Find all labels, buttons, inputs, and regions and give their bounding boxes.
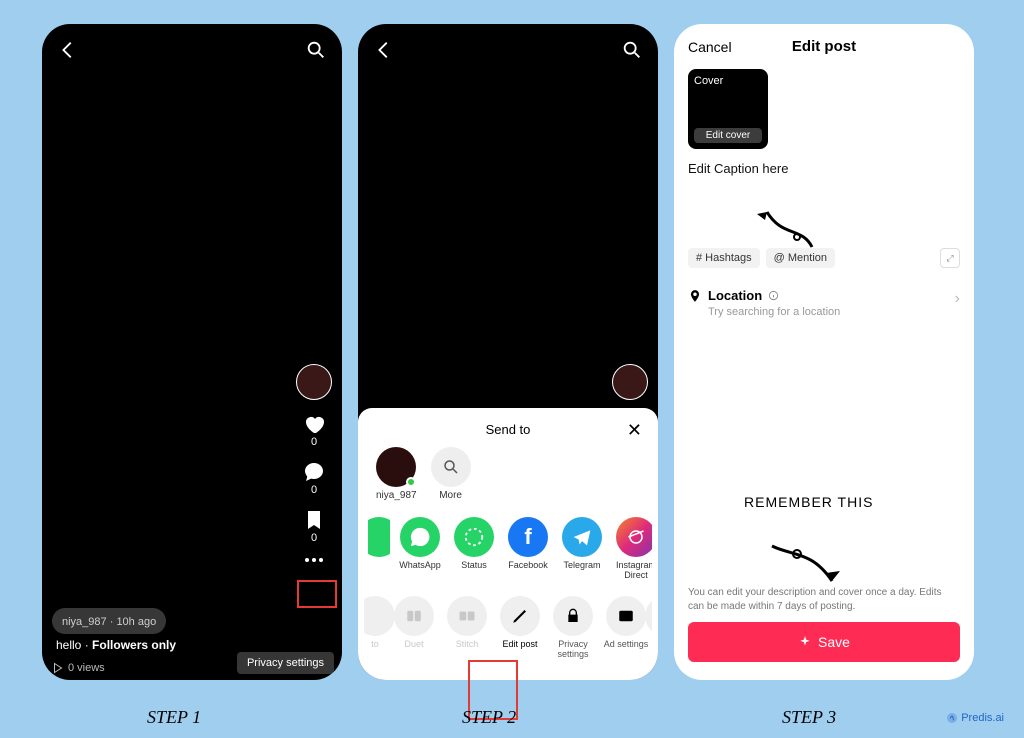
back-arrow-icon[interactable] (56, 38, 80, 62)
phone-step-2: Send to ✕ niya_987 More WhatsApp Status … (358, 24, 658, 680)
platform-instagram[interactable]: Instagram Direct (612, 517, 652, 580)
more-options-icon[interactable] (299, 550, 329, 570)
avatar[interactable] (296, 364, 332, 400)
sparkle-icon (798, 635, 812, 649)
bookmark-count: 0 (311, 532, 317, 544)
bookmark-icon[interactable] (302, 508, 326, 532)
caption: hello · Followers only (56, 638, 176, 652)
close-icon[interactable]: ✕ (627, 420, 642, 441)
brand-watermark: Predis.ai (946, 712, 1004, 724)
comment-count: 0 (311, 484, 317, 496)
search-icon[interactable] (620, 38, 644, 62)
action-stitch[interactable]: Stitch (442, 596, 492, 659)
info-icon (768, 290, 779, 301)
phone-step-1: 0 0 0 niya_987 · 10h ago hello · Followe… (42, 24, 342, 680)
back-arrow-icon[interactable] (372, 38, 396, 62)
views-count: 0 views (52, 662, 105, 674)
remember-annotation: REMEMBER THIS (744, 494, 873, 510)
chevron-right-icon: › (955, 290, 960, 308)
action-duet[interactable]: Duet (389, 596, 439, 659)
location-hint: Try searching for a location (708, 306, 960, 318)
annotation-arrow (752, 202, 822, 252)
privacy-settings-button[interactable]: Privacy settings (237, 652, 334, 674)
engagement-rail: 0 0 0 (296, 364, 332, 570)
cover-tile[interactable]: Cover Edit cover (688, 69, 768, 149)
expand-icon[interactable]: ⤢ (940, 248, 960, 268)
action-partial[interactable]: to (364, 596, 386, 659)
like-count: 0 (311, 436, 317, 448)
comment-icon[interactable] (302, 460, 326, 484)
action-ad-settings[interactable]: Ad settings (601, 596, 651, 659)
hashtags-chip[interactable]: # Hashtags (688, 248, 760, 268)
action-privacy[interactable]: Privacy settings (548, 596, 598, 659)
edit-cover-button[interactable]: Edit cover (694, 128, 762, 143)
avatar[interactable] (612, 364, 648, 400)
search-icon[interactable] (304, 38, 328, 62)
highlight-box (297, 580, 337, 608)
platform-partial[interactable] (368, 517, 390, 580)
step-label: STEP 2 (462, 707, 516, 728)
action-edit-post[interactable]: Edit post (495, 596, 545, 659)
more-contacts[interactable]: More (431, 447, 471, 501)
platform-facebook[interactable]: fFacebook (504, 517, 552, 580)
platform-whatsapp[interactable]: WhatsApp (396, 517, 444, 580)
step-label: STEP 3 (782, 707, 836, 728)
step-label: STEP 1 (147, 707, 201, 728)
cancel-button[interactable]: Cancel (688, 39, 732, 55)
save-button[interactable]: Save (688, 622, 960, 662)
share-sheet: Send to ✕ niya_987 More WhatsApp Status … (358, 408, 658, 680)
platform-status[interactable]: Status (450, 517, 498, 580)
like-icon[interactable] (302, 412, 326, 436)
location-icon (688, 289, 702, 303)
location-row[interactable]: Location Try searching for a location › (688, 288, 960, 318)
platform-telegram[interactable]: Telegram (558, 517, 606, 580)
author-pill[interactable]: niya_987 · 10h ago (52, 608, 166, 634)
page-title: Edit post (792, 38, 856, 55)
sheet-title: Send to (486, 422, 531, 437)
contact-item[interactable]: niya_987 (376, 447, 417, 501)
caption-input[interactable]: Edit Caption here (688, 161, 960, 176)
annotation-arrow (762, 536, 852, 596)
